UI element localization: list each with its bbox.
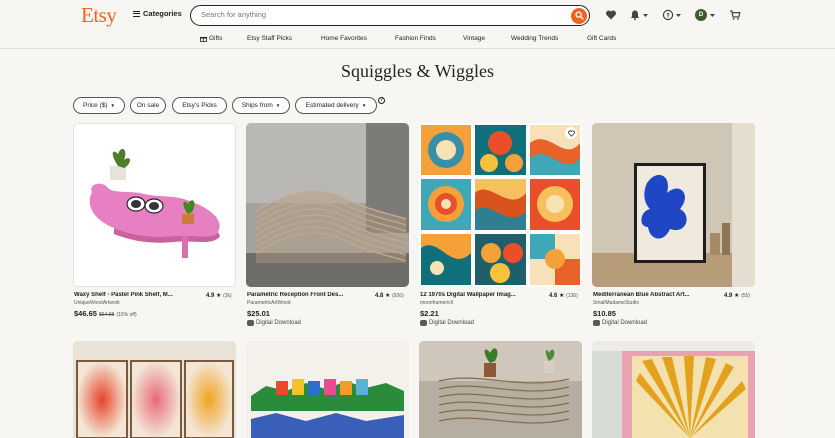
cart-icon[interactable] (729, 9, 741, 21)
favorite-button[interactable] (565, 127, 577, 139)
product-price: $46.65 $54.88 (15% off) (74, 309, 137, 318)
shop-name[interactable]: SmallMadameStudio (593, 300, 639, 306)
wooden-shelf-image (419, 341, 582, 438)
product-rating: 4.9 ★ (55) (724, 293, 750, 299)
gift-icon (200, 36, 207, 42)
gradient-posters-image (73, 341, 236, 438)
heart-outline-icon (567, 130, 575, 137)
download-icon (247, 320, 254, 326)
avatar[interactable]: D (695, 9, 707, 21)
caret-down-icon: ▼ (110, 103, 116, 108)
nav-item-wedding-trends[interactable]: Wedding Trends (511, 35, 558, 42)
nav-item-gifts[interactable]: Gifts (200, 35, 222, 42)
product-title[interactable]: Mediterranean Blue Abstract Art... (593, 292, 703, 298)
product-rating: 4.6 ★ (136) (549, 293, 578, 299)
product-rating: 4.8 ★ (926) (375, 293, 404, 299)
nav-item-gift-cards[interactable]: Gift Cards (587, 35, 616, 42)
delivery-label: Digital Download (420, 320, 474, 326)
filter-staff-picks[interactable]: Etsy's Picks (172, 97, 227, 114)
nav-item-staff-picks[interactable]: Etsy Staff Picks (247, 35, 292, 42)
download-icon (593, 320, 600, 326)
blue-abstract-art-image (592, 123, 755, 287)
parametric-desk-image (246, 123, 409, 287)
page-title: Squiggles & Wiggles (341, 61, 494, 81)
etsy-logo[interactable]: Etsy (81, 3, 117, 28)
product-title[interactable]: Waxy Shelf - Pastel Pink Shelf, M... (74, 292, 184, 298)
svg-text:?: ? (666, 12, 670, 19)
notifications-bell-icon[interactable] (629, 9, 641, 21)
product-image[interactable] (419, 341, 582, 438)
filter-ships-from[interactable]: Ships from ▼ (232, 97, 290, 114)
product-image[interactable] (246, 341, 409, 438)
favorites-heart-icon[interactable] (605, 9, 617, 21)
chevron-down-icon (710, 14, 715, 17)
filter-help-icon[interactable]: ? (378, 97, 385, 104)
product-image[interactable] (246, 123, 409, 287)
product-image[interactable] (419, 123, 582, 287)
retro-wallpaper-image (419, 123, 582, 287)
filter-estimated-delivery[interactable]: Estimated delivery ▼ (295, 97, 377, 114)
product-price: $10.85 (593, 309, 616, 318)
shop-name[interactable]: ParametricArtWood (247, 300, 291, 306)
search-button[interactable] (571, 7, 587, 24)
star-icon: ★ (734, 293, 740, 299)
chevron-down-icon (643, 14, 648, 17)
product-title[interactable]: Parametric Reception Front Des... (247, 292, 357, 298)
help-icon[interactable]: ? (662, 9, 674, 21)
product-title[interactable]: 12 1970s Digital Wallpaper Imag... (420, 292, 530, 298)
crocodile-art-image (246, 341, 409, 438)
download-icon (420, 320, 427, 326)
categories-button[interactable]: Categories (133, 9, 182, 18)
product-rating: 4.9 ★ (2k) (206, 293, 232, 299)
search-input[interactable] (201, 10, 541, 19)
caret-down-icon: ▼ (361, 103, 367, 108)
search-icon (574, 11, 584, 20)
nav-item-fashion-finds[interactable]: Fashion Finds (395, 35, 436, 42)
product-image[interactable] (592, 341, 755, 438)
categories-label: Categories (143, 9, 182, 18)
product-price: $2.21 (420, 309, 439, 318)
star-icon: ★ (385, 293, 391, 299)
nav-item-vintage[interactable]: Vintage (463, 35, 485, 42)
product-image[interactable] (73, 123, 236, 287)
nav-item-home-favorites[interactable]: Home Favorites (321, 35, 367, 42)
delivery-label: Digital Download (593, 320, 647, 326)
sunburst-art-image (592, 341, 755, 438)
caret-down-icon: ▼ (275, 103, 281, 108)
shop-name[interactable]: UniqueWoodArtwork (74, 300, 120, 306)
filter-on-sale[interactable]: On sale (130, 97, 166, 114)
pink-shelf-image (74, 124, 235, 286)
search-bar (190, 5, 590, 26)
star-icon: ★ (559, 293, 565, 299)
product-image[interactable] (592, 123, 755, 287)
category-nav: Gifts Etsy Staff Picks Home Favorites Fa… (0, 31, 835, 49)
menu-icon (133, 10, 140, 17)
star-icon: ★ (216, 293, 222, 299)
product-price: $25.01 (247, 309, 270, 318)
delivery-label: Digital Download (247, 320, 301, 326)
chevron-down-icon (676, 14, 681, 17)
filter-price[interactable]: Price ($) ▼ (73, 97, 125, 114)
top-header: Etsy Categories ? D (0, 0, 835, 31)
shop-name[interactable]: moonframerich (420, 300, 453, 306)
product-image[interactable] (73, 341, 236, 438)
